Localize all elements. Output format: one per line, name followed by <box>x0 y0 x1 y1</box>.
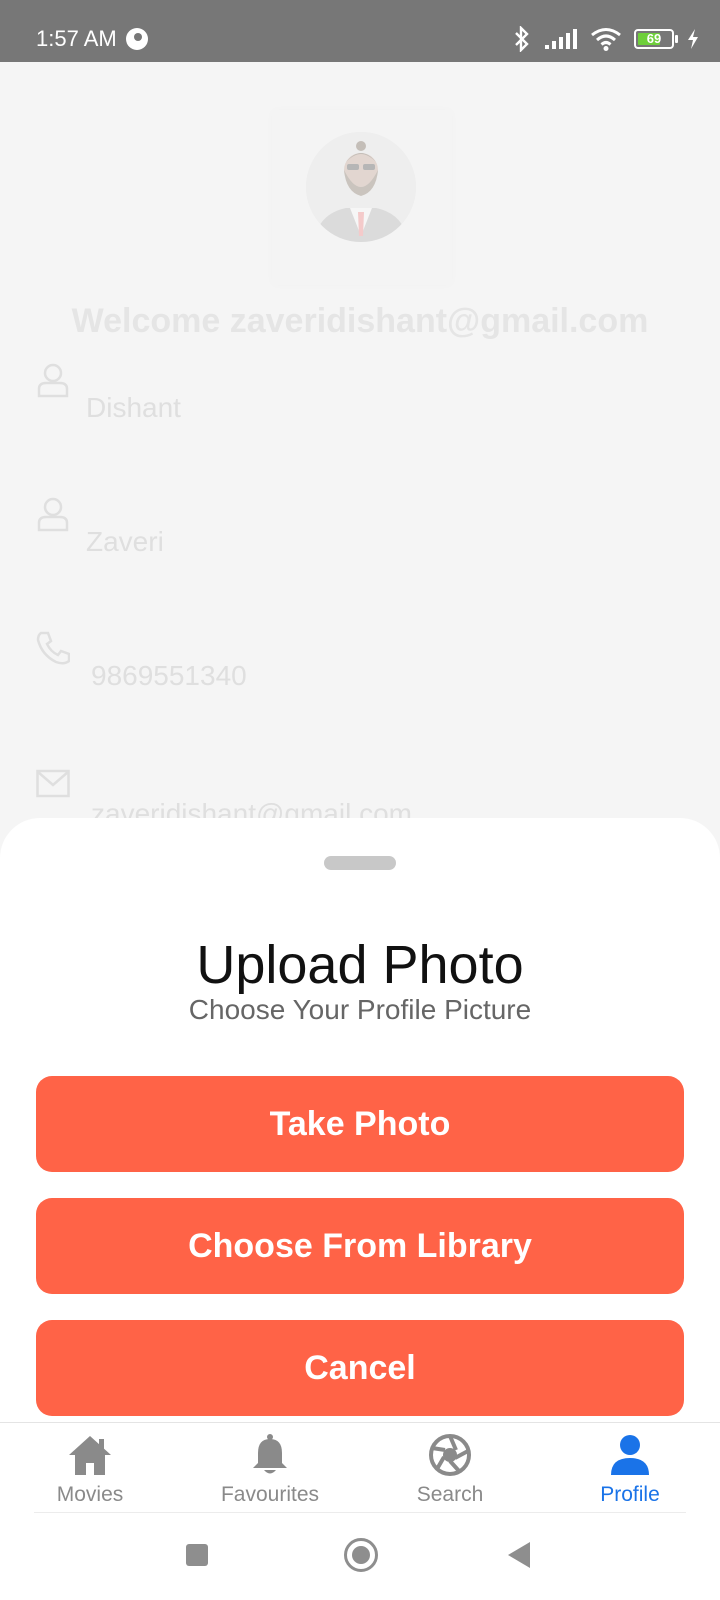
tab-bar-divider <box>34 1512 686 1513</box>
charging-icon <box>688 29 698 49</box>
status-bar: 1:57 AM 69 <box>0 0 720 62</box>
tab-favourites[interactable]: Favourites <box>180 1423 360 1514</box>
home-nav-icon[interactable] <box>344 1538 378 1572</box>
battery-level: 69 <box>646 31 662 46</box>
tab-movies[interactable]: Movies <box>0 1423 180 1514</box>
choose-from-library-button[interactable]: Choose From Library <box>36 1198 684 1294</box>
status-icons: 69 <box>512 24 700 54</box>
sheet-subtitle: Choose Your Profile Picture <box>188 994 532 1025</box>
app-notification-icon <box>126 28 148 50</box>
system-nav-bar <box>0 1514 720 1600</box>
bottom-tab-bar: Movies Favourites Search Profile <box>0 1422 720 1514</box>
aperture-icon <box>429 1434 471 1476</box>
cancel-button[interactable]: Cancel <box>36 1320 684 1416</box>
bluetooth-icon <box>515 26 529 52</box>
recent-apps-icon[interactable] <box>186 1544 208 1566</box>
upload-photo-sheet: Upload Photo Choose Your Profile Picture… <box>0 818 720 1422</box>
tab-label-movies: Movies <box>56 1483 124 1506</box>
status-time: 1:57 AM <box>36 26 117 51</box>
take-photo-button[interactable]: Take Photo <box>36 1076 684 1172</box>
home-icon <box>69 1436 111 1475</box>
wifi-icon <box>591 28 621 51</box>
sheet-handle[interactable] <box>324 856 396 870</box>
battery-icon: 69 <box>634 29 678 49</box>
tab-search[interactable]: Search <box>360 1423 540 1514</box>
bell-icon <box>253 1434 287 1474</box>
tab-label-search: Search <box>416 1483 484 1506</box>
signal-icon <box>545 29 577 49</box>
sheet-title: Upload Photo <box>196 935 524 995</box>
back-nav-icon[interactable] <box>508 1542 530 1568</box>
battery-tip <box>675 35 678 43</box>
profile-icon <box>611 1435 649 1475</box>
tab-label-favourites: Favourites <box>220 1483 320 1506</box>
tab-profile[interactable]: Profile <box>540 1423 720 1514</box>
tab-label-profile: Profile <box>600 1483 660 1506</box>
